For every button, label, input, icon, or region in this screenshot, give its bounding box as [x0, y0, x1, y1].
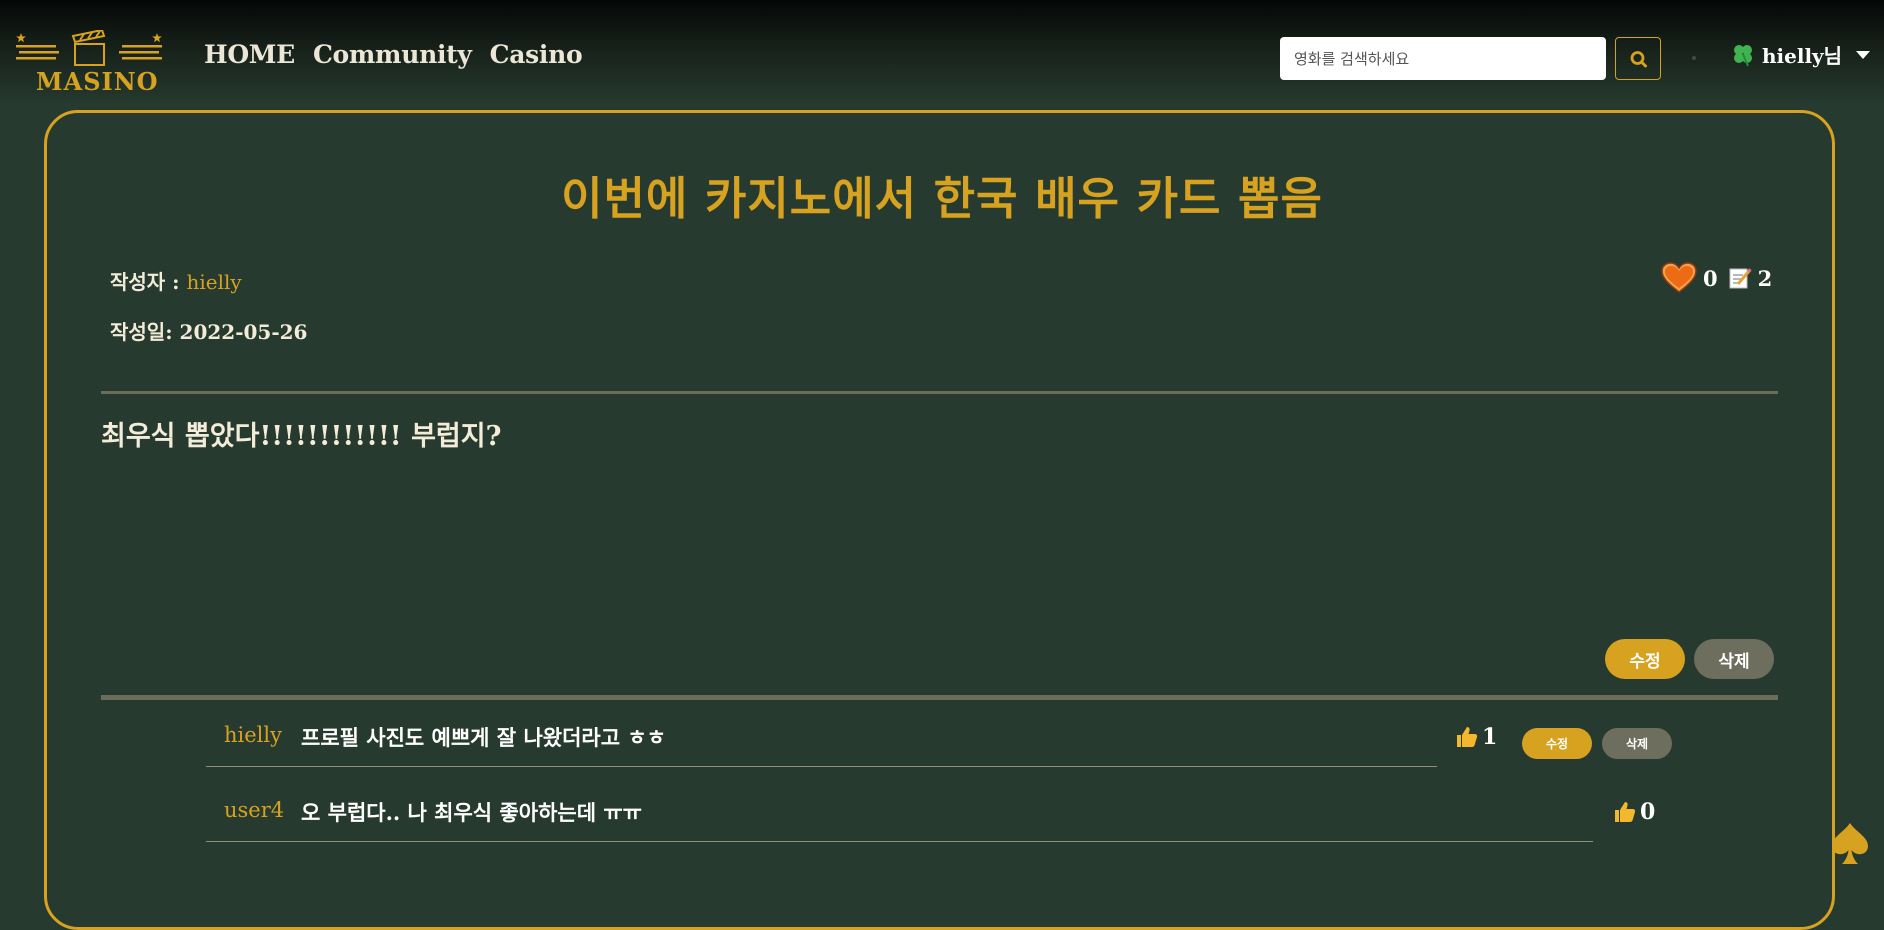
comments-divider [101, 695, 1778, 700]
post-body: 최우식 뽑았다!!!!!!!!!!!! 부럽지? [101, 421, 502, 452]
post-stats: 0 2 [1661, 262, 1782, 294]
delete-post-button[interactable]: 삭제 [1694, 639, 1774, 679]
four-leaf-clover-icon [1734, 44, 1752, 66]
post-date: 2022-05-26 [179, 320, 308, 344]
comment-text: 오 부럽다.. 나 최우식 좋아하는데 ㅠㅠ [301, 800, 642, 825]
comment-divider [206, 766, 1437, 767]
comment-divider [206, 841, 1593, 842]
main-nav: HOME Community Casino [204, 40, 583, 69]
user-menu[interactable]: hielly님 [1730, 40, 1871, 69]
post-title: 이번에 카지노에서 한국 배우 카드 뽑음 [561, 172, 1323, 225]
chevron-down-icon[interactable] [1856, 50, 1871, 59]
search-icon [1630, 51, 1647, 68]
comment-text: 프로필 사진도 예쁘게 잘 나왔더라고 ㅎㅎ [301, 725, 666, 750]
header-divider [101, 391, 1778, 394]
date-label: 작성일: [110, 320, 180, 344]
nav-home[interactable]: HOME [204, 40, 295, 69]
clapperboard-logo-icon [16, 28, 162, 66]
username-label: hielly님 [1762, 44, 1843, 68]
author-label: 작성자 : [110, 270, 187, 294]
masino-logo[interactable]: MASINO [16, 28, 166, 96]
nav-casino[interactable]: Casino [490, 40, 583, 69]
comment-like[interactable]: 1 [1455, 724, 1497, 750]
edit-post-button[interactable]: 수정 [1605, 639, 1685, 679]
comments-count: 2 [1757, 265, 1773, 291]
comment-like[interactable]: 0 [1613, 799, 1655, 825]
like-count: 0 [1640, 799, 1656, 825]
thumbs-up-icon [1457, 727, 1478, 747]
comment-author[interactable]: hielly [224, 723, 282, 747]
search-input[interactable] [1280, 37, 1606, 80]
spade-icon[interactable] [1830, 822, 1870, 866]
post-author-row: 작성자 : hielly [110, 266, 242, 295]
top-navbar: MASINO HOME Community Casino hielly님 [0, 0, 1884, 104]
edit-comment-button[interactable]: 수정 [1522, 728, 1592, 759]
nav-community[interactable]: Community [313, 40, 472, 69]
likes-count: 0 [1703, 265, 1718, 291]
delete-comment-button[interactable]: 삭제 [1602, 728, 1672, 759]
memo-icon [1729, 268, 1752, 289]
like-count: 1 [1482, 724, 1498, 750]
logo-text: MASINO [36, 67, 159, 96]
separator-dot [1692, 56, 1696, 60]
thumbs-up-icon [1615, 802, 1636, 822]
post-date-row: 작성일: 2022-05-26 [110, 316, 307, 345]
comment-author[interactable]: user4 [224, 798, 284, 822]
search-button[interactable] [1615, 37, 1661, 80]
author-name[interactable]: hielly [187, 270, 242, 294]
heart-icon[interactable] [1661, 262, 1697, 294]
